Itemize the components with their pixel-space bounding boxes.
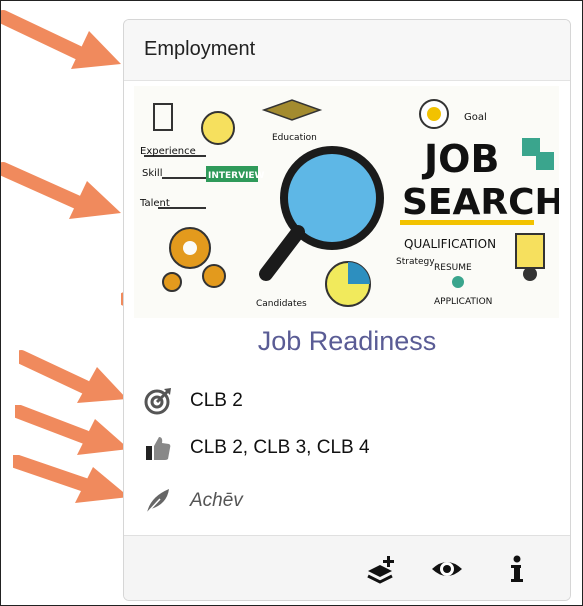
svg-text:INTERVIEW: INTERVIEW xyxy=(208,171,265,181)
course-card[interactable]: Employment Experience Skill Talent INTER… xyxy=(123,19,571,601)
clb-level-text: CLB 2 xyxy=(190,390,243,411)
provider-row: Achēv xyxy=(144,486,243,516)
svg-text:RESUME: RESUME xyxy=(434,263,472,273)
clb-range-text: CLB 2, CLB 3, CLB 4 xyxy=(190,437,370,458)
svg-text:Experience: Experience xyxy=(140,146,196,157)
clb-level-row: CLB 2 xyxy=(144,386,243,416)
annotation-arrow-header xyxy=(1,10,121,69)
add-layers-icon[interactable] xyxy=(364,554,398,584)
info-icon[interactable] xyxy=(500,554,534,584)
svg-text:APPLICATION: APPLICATION xyxy=(434,297,492,307)
svg-text:Goal: Goal xyxy=(464,112,487,123)
card-footer xyxy=(124,535,570,600)
category-title: Employment xyxy=(144,38,256,60)
screenshot-frame: Employment Experience Skill Talent INTER… xyxy=(0,0,583,606)
annotation-arrow-banner xyxy=(1,162,121,219)
svg-text:Candidates: Candidates xyxy=(256,299,307,309)
annotation-arrow-row3 xyxy=(13,455,129,503)
clb-range-row: CLB 2, CLB 3, CLB 4 xyxy=(144,433,370,463)
svg-text:Skill: Skill xyxy=(142,168,162,179)
provider-name[interactable]: Achēv xyxy=(190,490,243,512)
svg-text:Education: Education xyxy=(272,133,317,143)
course-title[interactable]: Job Readiness xyxy=(124,326,570,357)
target-icon xyxy=(144,388,171,415)
thumbs-up-icon xyxy=(146,437,171,460)
course-banner-image: Experience Skill Talent INTERVIEW Educat… xyxy=(134,86,565,318)
svg-text:Strategy: Strategy xyxy=(396,257,435,267)
svg-text:JOB: JOB xyxy=(421,137,499,181)
eye-icon[interactable] xyxy=(430,554,464,584)
svg-text:SEARCH: SEARCH xyxy=(402,182,559,223)
svg-text:Talent: Talent xyxy=(139,198,170,209)
annotation-arrow-row2 xyxy=(15,405,129,455)
svg-text:QUALIFICATION: QUALIFICATION xyxy=(404,237,496,251)
card-header: Employment xyxy=(124,20,570,81)
feather-icon xyxy=(146,489,169,514)
annotation-arrow-row1 xyxy=(19,350,127,403)
